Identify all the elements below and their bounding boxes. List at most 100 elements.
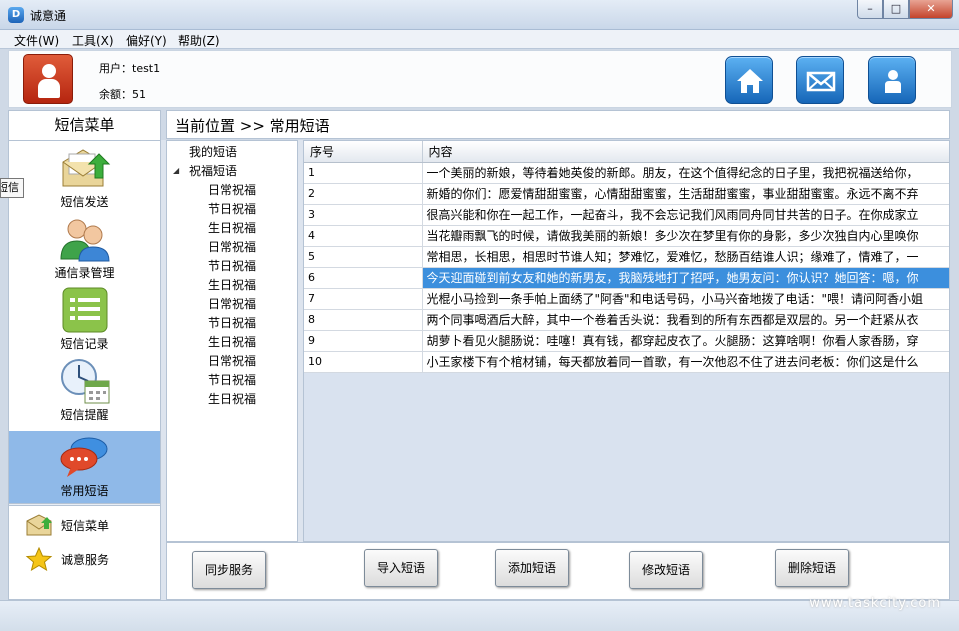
tree-node-festival[interactable]: 节日祝福 — [208, 314, 256, 331]
left-menu-panel: 短信菜单 短信发送 通信录管理 短信记录 短信提醒 常用短语 短信菜单 诚意服务 — [8, 110, 161, 600]
home-icon — [737, 69, 763, 93]
tree-node-birthday[interactable]: 生日祝福 — [208, 390, 256, 407]
left-menu-title: 短信菜单 — [9, 111, 160, 141]
user-button[interactable] — [868, 56, 916, 104]
cell-content[interactable]: 今天迎面碰到前女友和她的新男友，我脑残地打了招呼，她男友问：你认识？她回答：嗯，… — [422, 267, 949, 289]
tooltip: 短信 — [0, 178, 24, 198]
delete-phrase-button[interactable]: 删除短语 — [775, 549, 849, 587]
tree-node-festival[interactable]: 节日祝福 — [208, 200, 256, 217]
breadcrumb-text: 当前位置 >> 常用短语 — [175, 117, 330, 135]
clock-calendar-icon — [61, 359, 110, 404]
nav-sms-reminder-label: 短信提醒 — [60, 408, 109, 422]
envelope-icon — [26, 514, 52, 536]
phrase-grid: 序号 内容 1 一个美丽的新娘，等待着她英俊的新郎。朋友，在这个值得纪念的日子里… — [303, 140, 950, 542]
mail-icon — [806, 71, 836, 92]
person-icon — [42, 64, 56, 78]
nav-contacts[interactable]: 通信录管理 — [9, 213, 160, 285]
cell-index[interactable]: 8 — [304, 309, 423, 331]
nav-common-phrases[interactable]: 常用短语 — [9, 431, 160, 503]
tree-node-daily[interactable]: 日常祝福 — [208, 295, 256, 312]
column-header-content[interactable]: 内容 — [422, 141, 949, 163]
tree-node-my-phrases[interactable]: 我的短语 — [189, 143, 237, 160]
table-row[interactable]: 3 很高兴能和你在一起工作，一起奋斗，我不会忘记我们风雨同舟同甘共苦的日子。在你… — [304, 204, 949, 226]
nav-service-label: 诚意服务 — [61, 553, 110, 567]
table-row[interactable]: 10 小王家楼下有个棺材铺，每天都放着同一首歌，有一次他忍不住了进去问老板：你们… — [304, 351, 949, 373]
cell-content[interactable]: 很高兴能和你在一起工作，一起奋斗，我不会忘记我们风雨同舟同甘共苦的日子。在你成家… — [422, 204, 949, 226]
minimize-button[interactable]: – — [857, 0, 883, 19]
tree-node-birthday[interactable]: 生日祝福 — [208, 333, 256, 350]
table-row[interactable]: 4 当花瓣雨飘飞的时候，请做我美丽的新娘！多少次在梦里有你的身影，多少次独自内心… — [304, 225, 949, 247]
menu-bar: 文件(W) 工具(X) 偏好(Y) 帮助(Z) — [0, 30, 959, 49]
tree-expand-icon[interactable]: ◢ — [173, 166, 179, 175]
tree-node-birthday[interactable]: 生日祝福 — [208, 276, 256, 293]
cell-content[interactable]: 两个同事喝酒后大醉，其中一个卷着舌头说：我看到的所有东西都是双层的。另一个赶紧从… — [422, 309, 949, 331]
table-row[interactable]: 9 胡萝卜看见火腿肠说：哇噻！真有钱，都穿起皮衣了。火腿肠：这算啥啊！你看人家香… — [304, 330, 949, 352]
sync-service-button[interactable]: 同步服务 — [192, 551, 266, 589]
table-row[interactable]: 5 常相思，长相思，相思时节谁人知；梦难忆，爱难忆，愁肠百结谁人识；缘难了，情难… — [304, 246, 949, 268]
table-row[interactable]: 7 光棍小马捡到一条手帕上面绣了"阿香"和电话号码，小马兴奋地拨了电话："喂！请… — [304, 288, 949, 310]
cell-index[interactable]: 2 — [304, 183, 423, 205]
cell-content[interactable]: 一个美丽的新娘，等待着她英俊的新郎。朋友，在这个值得纪念的日子里，我把祝福送给你… — [422, 162, 949, 184]
cell-index[interactable]: 4 — [304, 225, 423, 247]
nav-sms-send[interactable]: 短信发送 — [9, 142, 160, 214]
table-row-selected[interactable]: 6 今天迎面碰到前女友和她的新男友，我脑残地打了招呼，她男友问：你认识？她回答：… — [304, 267, 949, 289]
add-phrase-button[interactable]: 添加短语 — [495, 549, 569, 587]
user-label: 用户：test1 — [99, 62, 161, 75]
avatar — [23, 54, 73, 104]
import-phrase-button[interactable]: 导入短语 — [364, 549, 438, 587]
tree-node-birthday[interactable]: 生日祝福 — [208, 219, 256, 236]
menu-file[interactable]: 文件(W) — [14, 32, 59, 49]
maximize-button[interactable]: □ — [883, 0, 909, 19]
balance-label: 余额：51 — [99, 88, 146, 101]
tree-node-blessings[interactable]: 祝福短语 — [189, 162, 237, 179]
nav-sms-menu-label: 短信菜单 — [61, 519, 110, 533]
cell-content[interactable]: 常相思，长相思，相思时节谁人知；梦难忆，爱难忆，愁肠百结谁人识；缘难了，情难了，… — [422, 246, 949, 268]
cell-index[interactable]: 7 — [304, 288, 423, 310]
home-button[interactable] — [725, 56, 773, 104]
menu-preferences[interactable]: 偏好(Y) — [126, 32, 167, 49]
watermark: www.taskcity.com — [809, 596, 941, 611]
cell-content[interactable]: 小王家楼下有个棺材铺，每天都放着同一首歌，有一次他忍不住了进去问老板：你们这是什… — [422, 351, 949, 373]
nav-common-phrases-label: 常用短语 — [60, 484, 109, 498]
table-row[interactable]: 8 两个同事喝酒后大醉，其中一个卷着舌头说：我看到的所有东西都是双层的。另一个赶… — [304, 309, 949, 331]
cell-index[interactable]: 5 — [304, 246, 423, 268]
nav-sms-records[interactable]: 短信记录 — [9, 284, 160, 356]
mail-button[interactable] — [796, 56, 844, 104]
column-header-index[interactable]: 序号 — [304, 141, 423, 163]
cell-index[interactable]: 9 — [304, 330, 423, 352]
tree-node-daily[interactable]: 日常祝福 — [208, 238, 256, 255]
tree-node-daily[interactable]: 日常祝福 — [208, 181, 256, 198]
cell-index[interactable]: 3 — [304, 204, 423, 226]
cell-index[interactable]: 6 — [304, 267, 423, 289]
cell-index[interactable]: 1 — [304, 162, 423, 184]
chat-bubbles-icon — [60, 437, 108, 477]
cell-content[interactable]: 新婚的你们：愿爱情甜甜蜜蜜，心情甜甜蜜蜜，生活甜甜蜜蜜，事业甜甜蜜蜜。永远不离不… — [422, 183, 949, 205]
action-button-bar: 同步服务 导入短语 添加短语 修改短语 删除短语 — [166, 542, 950, 600]
cell-content[interactable]: 光棍小马捡到一条手帕上面绣了"阿香"和电话号码，小马兴奋地拨了电话："喂！请问阿… — [422, 288, 949, 310]
menu-help[interactable]: 帮助(Z) — [178, 32, 220, 49]
nav-sms-records-label: 短信记录 — [60, 337, 109, 351]
list-icon — [62, 287, 108, 333]
left-divider — [9, 503, 160, 506]
cell-index[interactable]: 10 — [304, 351, 423, 373]
table-row[interactable]: 1 一个美丽的新娘，等待着她英俊的新郎。朋友，在这个值得纪念的日子里，我把祝福送… — [304, 162, 949, 184]
breadcrumb: 当前位置 >> 常用短语 — [166, 110, 950, 139]
user-header: 用户：test1 余额：51 — [8, 50, 952, 108]
menu-tools[interactable]: 工具(X) — [72, 32, 114, 49]
table-row[interactable]: 2 新婚的你们：愿爱情甜甜蜜蜜，心情甜甜蜜蜜，生活甜甜蜜蜜，事业甜甜蜜蜜。永远不… — [304, 183, 949, 205]
close-button[interactable]: ✕ — [909, 0, 953, 19]
title-bar: D 诚意通 – □ ✕ — [0, 0, 959, 30]
phrase-category-tree: 我的短语 ◢ 祝福短语 日常祝福 节日祝福 生日祝福 日常祝福 节日祝福 生日祝… — [166, 140, 298, 542]
app-logo-icon: D — [8, 7, 24, 23]
window-controls: – □ ✕ — [857, 0, 953, 20]
user-icon — [885, 70, 901, 93]
nav-sms-send-label: 短信发送 — [60, 195, 109, 209]
tree-node-festival[interactable]: 节日祝福 — [208, 371, 256, 388]
tree-node-daily[interactable]: 日常祝福 — [208, 352, 256, 369]
nav-sms-reminder[interactable]: 短信提醒 — [9, 355, 160, 427]
cell-content[interactable]: 当花瓣雨飘飞的时候，请做我美丽的新娘！多少次在梦里有你的身影，多少次独自内心里唤… — [422, 225, 949, 247]
edit-phrase-button[interactable]: 修改短语 — [629, 551, 703, 589]
tree-node-festival[interactable]: 节日祝福 — [208, 257, 256, 274]
star-icon — [25, 547, 53, 571]
cell-content[interactable]: 胡萝卜看见火腿肠说：哇噻！真有钱，都穿起皮衣了。火腿肠：这算啥啊！你看人家香肠，… — [422, 330, 949, 352]
